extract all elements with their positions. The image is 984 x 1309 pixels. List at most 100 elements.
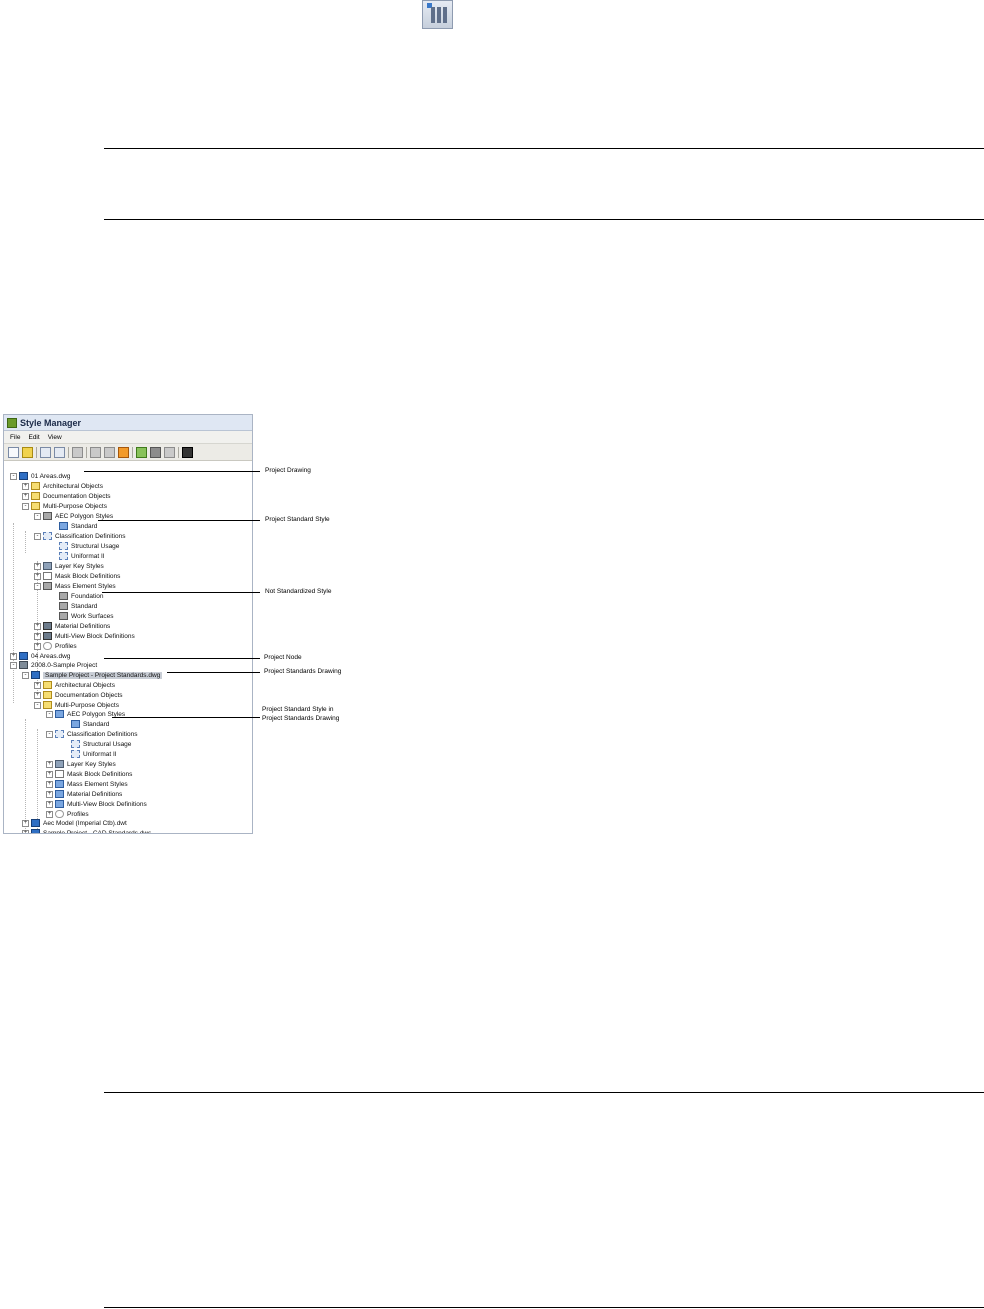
drawing-icon [31,819,40,827]
folder-icon [31,482,40,490]
divider [104,1307,984,1308]
tree-node[interactable]: + Material Definitions [46,789,122,799]
tree-node[interactable]: Uniformat II [62,749,117,759]
tree-node[interactable]: - Classification Definitions [46,729,137,739]
tree-node[interactable]: Standard [62,719,109,729]
tree-guide-line [13,523,14,703]
tree-node[interactable]: + Mask Block Definitions [46,769,132,779]
expander-icon[interactable] [50,613,57,620]
tree-item-label: Material Definitions [67,790,123,798]
tree-node[interactable]: Structural Usage [50,541,119,551]
expander-icon[interactable]: + [10,652,17,660]
expander-icon[interactable]: - [10,661,17,669]
tree-node[interactable]: - Classification Definitions [34,531,125,541]
expander-icon[interactable] [62,741,69,748]
expander-icon[interactable]: + [34,681,41,689]
tree-item-label: Standard [83,720,110,728]
expander-icon[interactable]: + [34,691,41,699]
divider [104,148,984,149]
expander-icon[interactable]: + [34,572,41,580]
tree-node[interactable]: Uniformat II [50,551,105,561]
tree-item-label: Uniformat II [83,750,117,758]
tree-item-label: Layer Key Styles [67,760,116,768]
tree-node[interactable]: Standard [50,521,97,531]
expander-icon[interactable]: + [46,810,53,818]
tree-node[interactable]: + Sample Project - CAD Standards.dws [22,828,151,833]
style-tree: -01 Areas.dwg + Architectural Objects + Docu… [4,415,252,833]
expander-icon[interactable] [50,553,57,560]
expander-icon[interactable] [62,721,69,728]
callout-leader [102,592,260,593]
expander-icon[interactable]: - [34,512,41,520]
expander-icon[interactable]: + [22,829,29,833]
tree-node[interactable]: + Multi-View Block Definitions [34,631,135,641]
divider [104,219,984,220]
expander-icon[interactable]: + [46,800,53,808]
tree-node[interactable]: Foundation [50,591,104,601]
material-icon [43,622,52,630]
expander-icon[interactable]: + [22,819,29,827]
tree-node[interactable]: + Aec Model (Imperial Ctb).dwt [22,818,127,828]
tree-node[interactable]: + Architectural Objects [34,680,115,690]
expander-icon[interactable]: - [34,532,41,540]
expander-icon[interactable]: + [34,622,41,630]
style-blue-icon [59,522,68,530]
tree-item-label: Work Surfaces [71,612,114,620]
callout-project-standard-style-in: Project Standard Style in [262,706,334,713]
callout-leader [84,471,260,472]
expander-icon[interactable]: - [22,502,29,510]
tree-node[interactable]: - Multi-Purpose Objects [22,501,107,511]
expander-icon[interactable]: + [22,492,29,500]
expander-icon[interactable]: - [34,701,41,709]
style-icon [43,582,52,590]
tree-item-label: Standard [71,602,98,610]
tree-node[interactable]: + Documentation Objects [34,690,123,700]
tree-node[interactable]: + Multi-View Block Definitions [46,799,147,809]
tree-node[interactable]: + Documentation Objects [22,491,111,501]
tree-item-label: Documentation Objects [55,691,123,699]
drawing-icon [31,671,40,679]
expander-icon[interactable] [50,593,57,600]
expander-icon[interactable]: - [22,671,29,679]
callout-leader [167,672,260,673]
tree-node[interactable]: + Architectural Objects [22,481,103,491]
tree-node[interactable]: - 01 Areas.dwg [10,471,70,481]
tree-item-label: Uniformat II [71,552,105,560]
profile-icon [43,642,52,650]
folder-icon [31,502,40,510]
tree-item-label: Classification Definitions [67,730,138,738]
tree-node[interactable]: + Material Definitions [34,621,110,631]
tree-node[interactable]: - 2008.0-Sample Project [10,660,97,670]
style-icon [59,602,68,610]
expander-icon[interactable]: + [46,770,53,778]
tree-node[interactable]: + Mask Block Definitions [34,571,120,581]
expander-icon[interactable]: + [34,632,41,640]
style-manager-toolbar-icon[interactable] [422,0,453,29]
tree-node[interactable]: + Mass Element Styles [46,779,128,789]
style-manager-window: Style Manager File Edit View -01 Areas.d… [3,414,253,834]
expander-icon[interactable]: + [34,562,41,570]
expander-icon[interactable]: + [34,642,41,650]
tree-node[interactable]: Structural Usage [62,739,131,749]
tree-node[interactable]: - Mass Element Styles [34,581,116,591]
tree-node[interactable]: + Layer Key Styles [34,561,104,571]
expander-icon[interactable]: + [46,790,53,798]
tree-node[interactable]: + Layer Key Styles [46,759,116,769]
tree-node[interactable]: Work Surfaces [50,611,114,621]
expander-icon[interactable] [50,603,57,610]
tree-node[interactable]: Standard [50,601,97,611]
expander-icon[interactable]: + [22,482,29,490]
expander-icon[interactable]: - [10,472,17,480]
expander-icon[interactable] [50,543,57,550]
tree-node[interactable]: + Profiles [34,641,77,651]
expander-icon[interactable]: - [34,582,41,590]
expander-icon[interactable]: + [46,780,53,788]
expander-icon[interactable]: - [46,730,53,738]
tree-guide-line [25,531,26,553]
expander-icon[interactable] [62,751,69,758]
expander-icon[interactable] [50,523,57,530]
expander-icon[interactable]: + [46,760,53,768]
expander-icon[interactable]: - [46,710,53,718]
tree-item-label: Mass Element Styles [55,582,116,590]
tree-node[interactable]: - Sample Project - Project Standards.dwg [22,670,163,680]
